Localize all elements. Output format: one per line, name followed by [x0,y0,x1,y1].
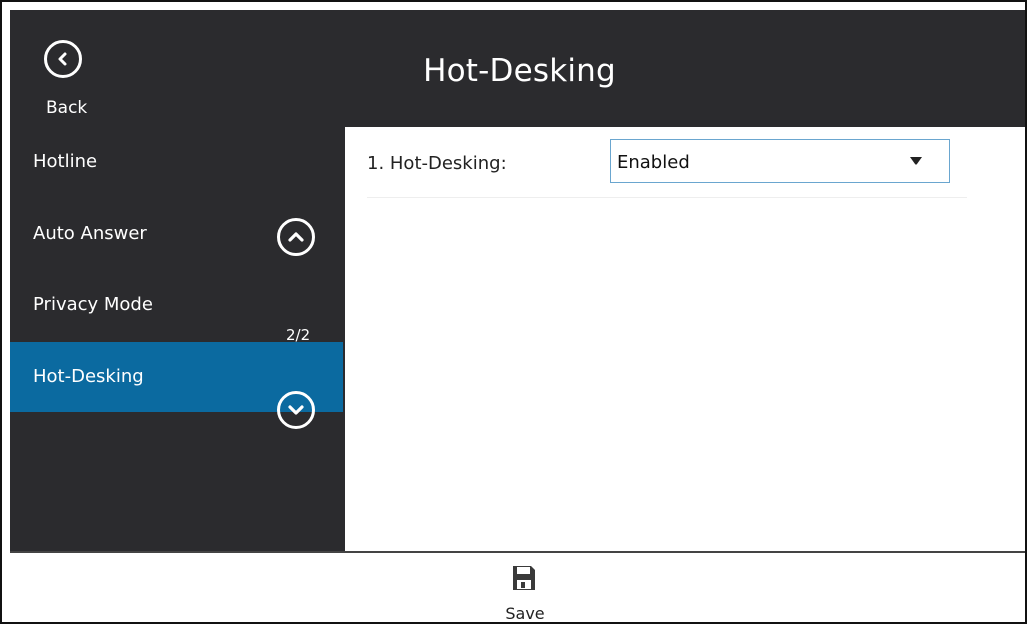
save-button[interactable]: Save [490,559,560,623]
page-indicator: 2/2 [286,326,311,344]
phone-screen: Back Hot-Desking Hotline Auto Answer Pri… [0,0,1027,624]
scroll-down-button[interactable] [277,391,315,429]
select-value: Enabled [617,152,690,173]
chevron-up-icon [288,232,304,242]
settings-panel: 1. Hot-Desking: Enabled [345,127,1025,552]
hot-desking-select[interactable]: Enabled [610,139,950,183]
floppy-disk-icon [513,566,535,590]
dropdown-arrow-icon [910,157,922,165]
header-bar: Back Hot-Desking [10,10,1025,127]
bottom-toolbar: Save [10,553,1025,623]
sidebar-item-label: Auto Answer [33,223,147,244]
sidebar: Hotline Auto Answer Privacy Mode Hot-Des… [10,127,345,552]
setting-row-hot-desking: 1. Hot-Desking: Enabled [367,137,967,198]
sidebar-item-label: Hot-Desking [33,366,144,387]
save-label: Save [505,604,545,623]
sidebar-item-label: Hotline [33,151,98,172]
sidebar-item-hotline[interactable]: Hotline [10,127,343,197]
sidebar-item-label: Privacy Mode [33,294,153,315]
setting-label: 1. Hot-Desking: [367,153,507,174]
back-label: Back [46,98,88,118]
page-title: Hot-Desking [423,53,616,89]
scroll-up-button[interactable] [277,218,315,256]
chevron-down-icon [288,405,304,415]
